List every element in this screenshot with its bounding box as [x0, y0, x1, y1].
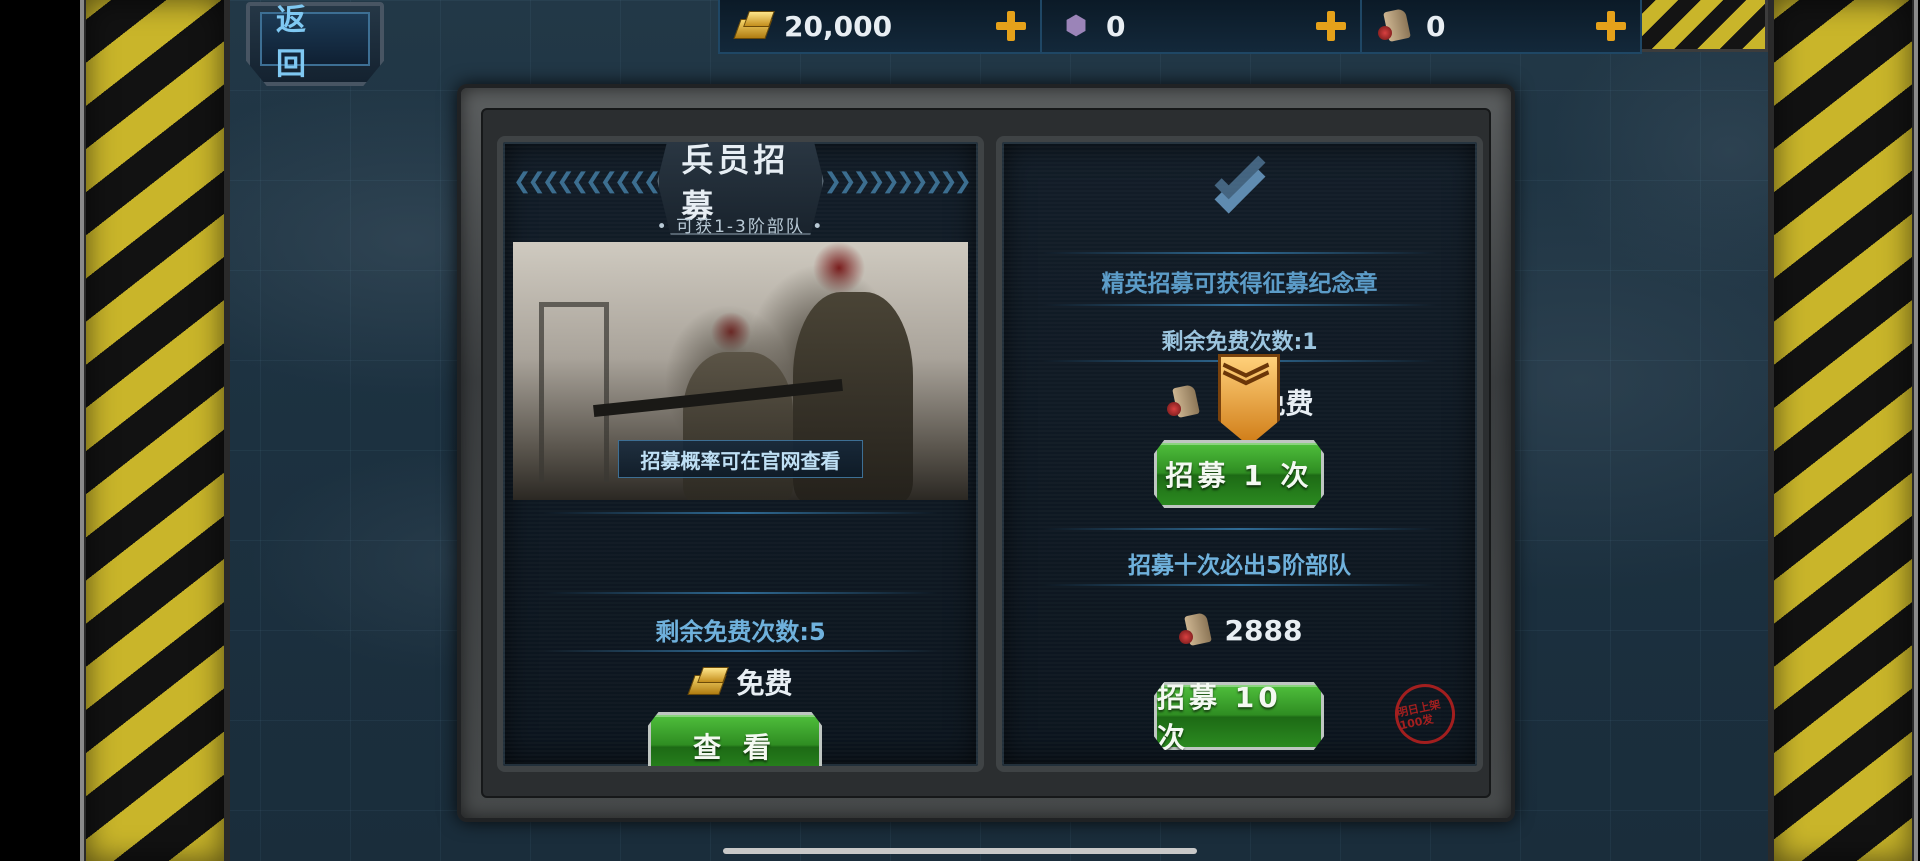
hazard-corner-top-right — [1630, 0, 1768, 52]
double-chevron-down-icon — [1200, 148, 1280, 224]
hazard-stripe-left — [80, 0, 230, 861]
standard-recruit-subtitle: • 可获1-3阶部队 • — [656, 217, 825, 237]
standard-cost: 免费 — [503, 662, 978, 702]
gem-icon: ⬢ — [1064, 11, 1088, 41]
ten-recruit-note: 招募十次必出5阶部队 — [1127, 553, 1351, 579]
resource-gold: 20,000 — [720, 0, 1042, 52]
elite-ten-cost: 2888 — [1002, 610, 1477, 650]
gem-amount: 0 — [1106, 9, 1126, 43]
standard-recruit-title-strip: ❮❮❮❮❮❮❮❮❮❮ 兵员招募 ❯❯❯❯❯❯❯❯❯❯ — [513, 142, 972, 235]
add-scroll-plus-icon[interactable] — [1596, 11, 1626, 41]
chevron-decoration-left: ❮❮❮❮❮❮❮❮❮❮ — [513, 168, 661, 194]
recruit-once-button[interactable]: 招募 1 次 — [1154, 440, 1324, 508]
home-indicator[interactable] — [723, 848, 1197, 854]
add-gem-plus-icon[interactable] — [1316, 11, 1346, 41]
recruit-dialog: ❮❮❮❮❮❮❮❮❮❮ 兵员招募 ❯❯❯❯❯❯❯❯❯❯ • 可获1-3阶部队 • … — [457, 84, 1515, 822]
elite-ten-cost-value: 2888 — [1224, 613, 1303, 647]
view-button[interactable]: 查 看 — [648, 712, 822, 766]
soldiers-banner-image: 招募概率可在官网查看 — [513, 242, 968, 500]
standard-recruit-panel: ❮❮❮❮❮❮❮❮❮❮ 兵员招募 ❯❯❯❯❯❯❯❯❯❯ • 可获1-3阶部队 • … — [497, 136, 984, 772]
standard-cost-label: 免费 — [736, 667, 793, 700]
gold-amount: 20,000 — [784, 9, 893, 43]
recruit-ten-button[interactable]: 招募 10 次 — [1154, 682, 1324, 750]
chevron-decoration-right: ❯❯❯❯❯❯❯❯❯❯ — [823, 168, 972, 194]
scroll-icon — [1376, 6, 1416, 46]
rank-chevron-badge-icon — [1214, 354, 1278, 446]
elite-note: 精英招募可获得征募纪念章 — [1101, 271, 1378, 297]
gold-bar-icon — [734, 6, 774, 46]
scroll-icon — [1177, 610, 1217, 650]
probability-caption[interactable]: 招募概率可在官网查看 — [618, 440, 863, 478]
resource-scroll: 0 — [1362, 0, 1640, 52]
standard-remaining-free: 剩余免费次数:5 — [655, 618, 826, 646]
promo-seal-text: 明日上架 100发 — [1395, 697, 1442, 733]
gold-bar-icon — [688, 665, 728, 699]
scroll-icon — [1165, 382, 1205, 422]
resource-gem: ⬢ 0 — [1042, 0, 1362, 52]
elite-remaining-free: 剩余免费次数:1 — [1161, 330, 1318, 355]
resource-bar: 20,000 ⬢ 0 0 — [718, 0, 1642, 54]
hazard-stripe-right — [1768, 0, 1918, 861]
scroll-amount: 0 — [1426, 9, 1446, 43]
back-button[interactable]: 返 回 — [246, 2, 384, 86]
add-gold-plus-icon[interactable] — [996, 11, 1026, 41]
elite-recruit-panel: 精英招募可获得征募纪念章 剩余免费次数:1 免费 招募 1 次 招募十次必出5阶… — [996, 136, 1483, 772]
back-button-label[interactable]: 返 回 — [260, 3, 370, 82]
